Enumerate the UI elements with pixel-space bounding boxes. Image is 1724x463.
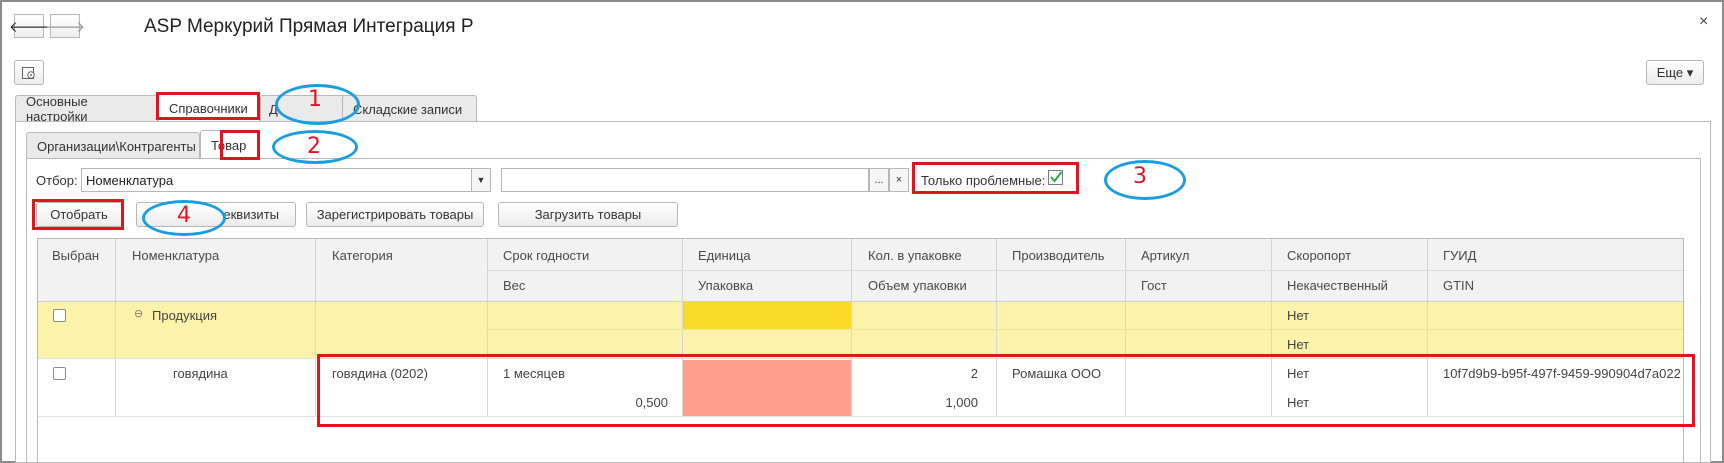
gear-icon <box>22 66 35 79</box>
tab-label: Организации\Контрагенты <box>37 138 196 154</box>
group-nekach: Нет <box>1287 337 1310 352</box>
header-article[interactable]: Артикул <box>1141 248 1189 263</box>
row-sep <box>38 301 1683 302</box>
header-nekach[interactable]: Некачественный <box>1287 278 1388 293</box>
ellipsis-icon: ... <box>874 174 884 186</box>
arrow-left-icon: 🡐 <box>8 18 50 36</box>
highlight-only-problem <box>912 162 1079 194</box>
annotation-number-1: 1 <box>308 87 322 112</box>
tab-label: Складские записи <box>353 101 463 117</box>
row-select-checkbox[interactable] <box>53 367 66 380</box>
register-goods-button[interactable]: Зарегистрировать товары <box>306 202 484 227</box>
col-sep <box>115 239 116 416</box>
col-sep <box>315 239 316 416</box>
header-weight[interactable]: Вес <box>503 278 525 293</box>
header-selected[interactable]: Выбран <box>52 248 99 263</box>
goods-table: Выбран Номенклатура Категория Срок годно… <box>37 238 1684 463</box>
header-nomenclature[interactable]: Номенклатура <box>132 248 219 263</box>
item-name: говядина <box>173 366 228 381</box>
header-gtin[interactable]: GTIN <box>1443 278 1474 293</box>
app-window: 🡐 🡒 ASP Меркурий Прямая Интеграция Р × Е… <box>0 0 1724 463</box>
group-skoroport: Нет <box>1287 308 1310 323</box>
unit-yellow-cell <box>683 302 851 329</box>
highlight-goods-tab <box>220 130 260 160</box>
vertical-scrollbar[interactable] <box>1671 67 1683 462</box>
header-unit[interactable]: Единица <box>698 248 751 263</box>
header-guid[interactable]: ГУИД <box>1443 248 1476 263</box>
header-skoroport[interactable]: Скоропорт <box>1287 248 1351 263</box>
tab-label: Основные настройки <box>26 94 88 124</box>
requisites-button-label: еквизиты <box>223 207 279 222</box>
close-icon[interactable]: × <box>1699 13 1708 31</box>
arrow-right-icon: 🡒 <box>44 18 86 36</box>
header-volume[interactable]: Объем упаковки <box>868 278 967 293</box>
header-category[interactable]: Категория <box>332 248 393 263</box>
header-package[interactable]: Упаковка <box>698 278 753 293</box>
row-select-checkbox[interactable] <box>53 309 66 322</box>
filter-value-input[interactable] <box>501 168 869 192</box>
highlight-select-button <box>32 199 124 230</box>
filter-select[interactable]: Номенклатура <box>81 168 472 192</box>
highlight-item-row <box>317 354 1695 427</box>
annotation-number-2: 2 <box>307 134 321 159</box>
row-sep <box>487 270 1683 271</box>
collapse-icon[interactable]: ⊖ <box>134 307 143 320</box>
window-title: ASP Меркурий Прямая Интеграция Р <box>144 16 474 37</box>
group-name: Продукция <box>152 308 218 323</box>
header-producer[interactable]: Производитель <box>1012 248 1105 263</box>
filter-clear-button[interactable]: × <box>889 168 909 192</box>
forward-button[interactable]: 🡒 <box>45 14 85 38</box>
annotation-number-4: 4 <box>177 203 191 228</box>
form-settings-button[interactable] <box>14 60 44 85</box>
filter-value: Номенклатура <box>86 172 174 188</box>
highlight-directories-tab <box>156 92 260 120</box>
chevron-down-icon: ▼ <box>476 175 486 185</box>
annotation-number-3: 3 <box>1133 164 1147 189</box>
subtab-organizations[interactable]: Организации\Контрагенты <box>26 132 200 159</box>
filter-dropdown-button[interactable]: ▼ <box>471 168 491 192</box>
row-sep <box>487 329 1683 330</box>
tab-main-settings[interactable]: Основные настройки <box>15 94 158 124</box>
tab-warehouse-records[interactable]: Складские записи <box>342 95 477 122</box>
load-goods-button[interactable]: Загрузить товары <box>498 202 678 227</box>
header-gost[interactable]: Гост <box>1141 278 1167 293</box>
filter-label: Отбор: <box>36 173 78 188</box>
register-goods-label: Зарегистрировать товары <box>316 207 474 222</box>
load-goods-label: Загрузить товары <box>534 207 642 222</box>
header-shelf-life[interactable]: Срок годности <box>503 248 589 263</box>
filter-choose-button[interactable]: ... <box>869 168 889 192</box>
back-button[interactable]: 🡐 <box>9 14 49 38</box>
header-qty-pack[interactable]: Кол. в упаковке <box>868 248 962 263</box>
clear-icon: × <box>895 174 903 186</box>
